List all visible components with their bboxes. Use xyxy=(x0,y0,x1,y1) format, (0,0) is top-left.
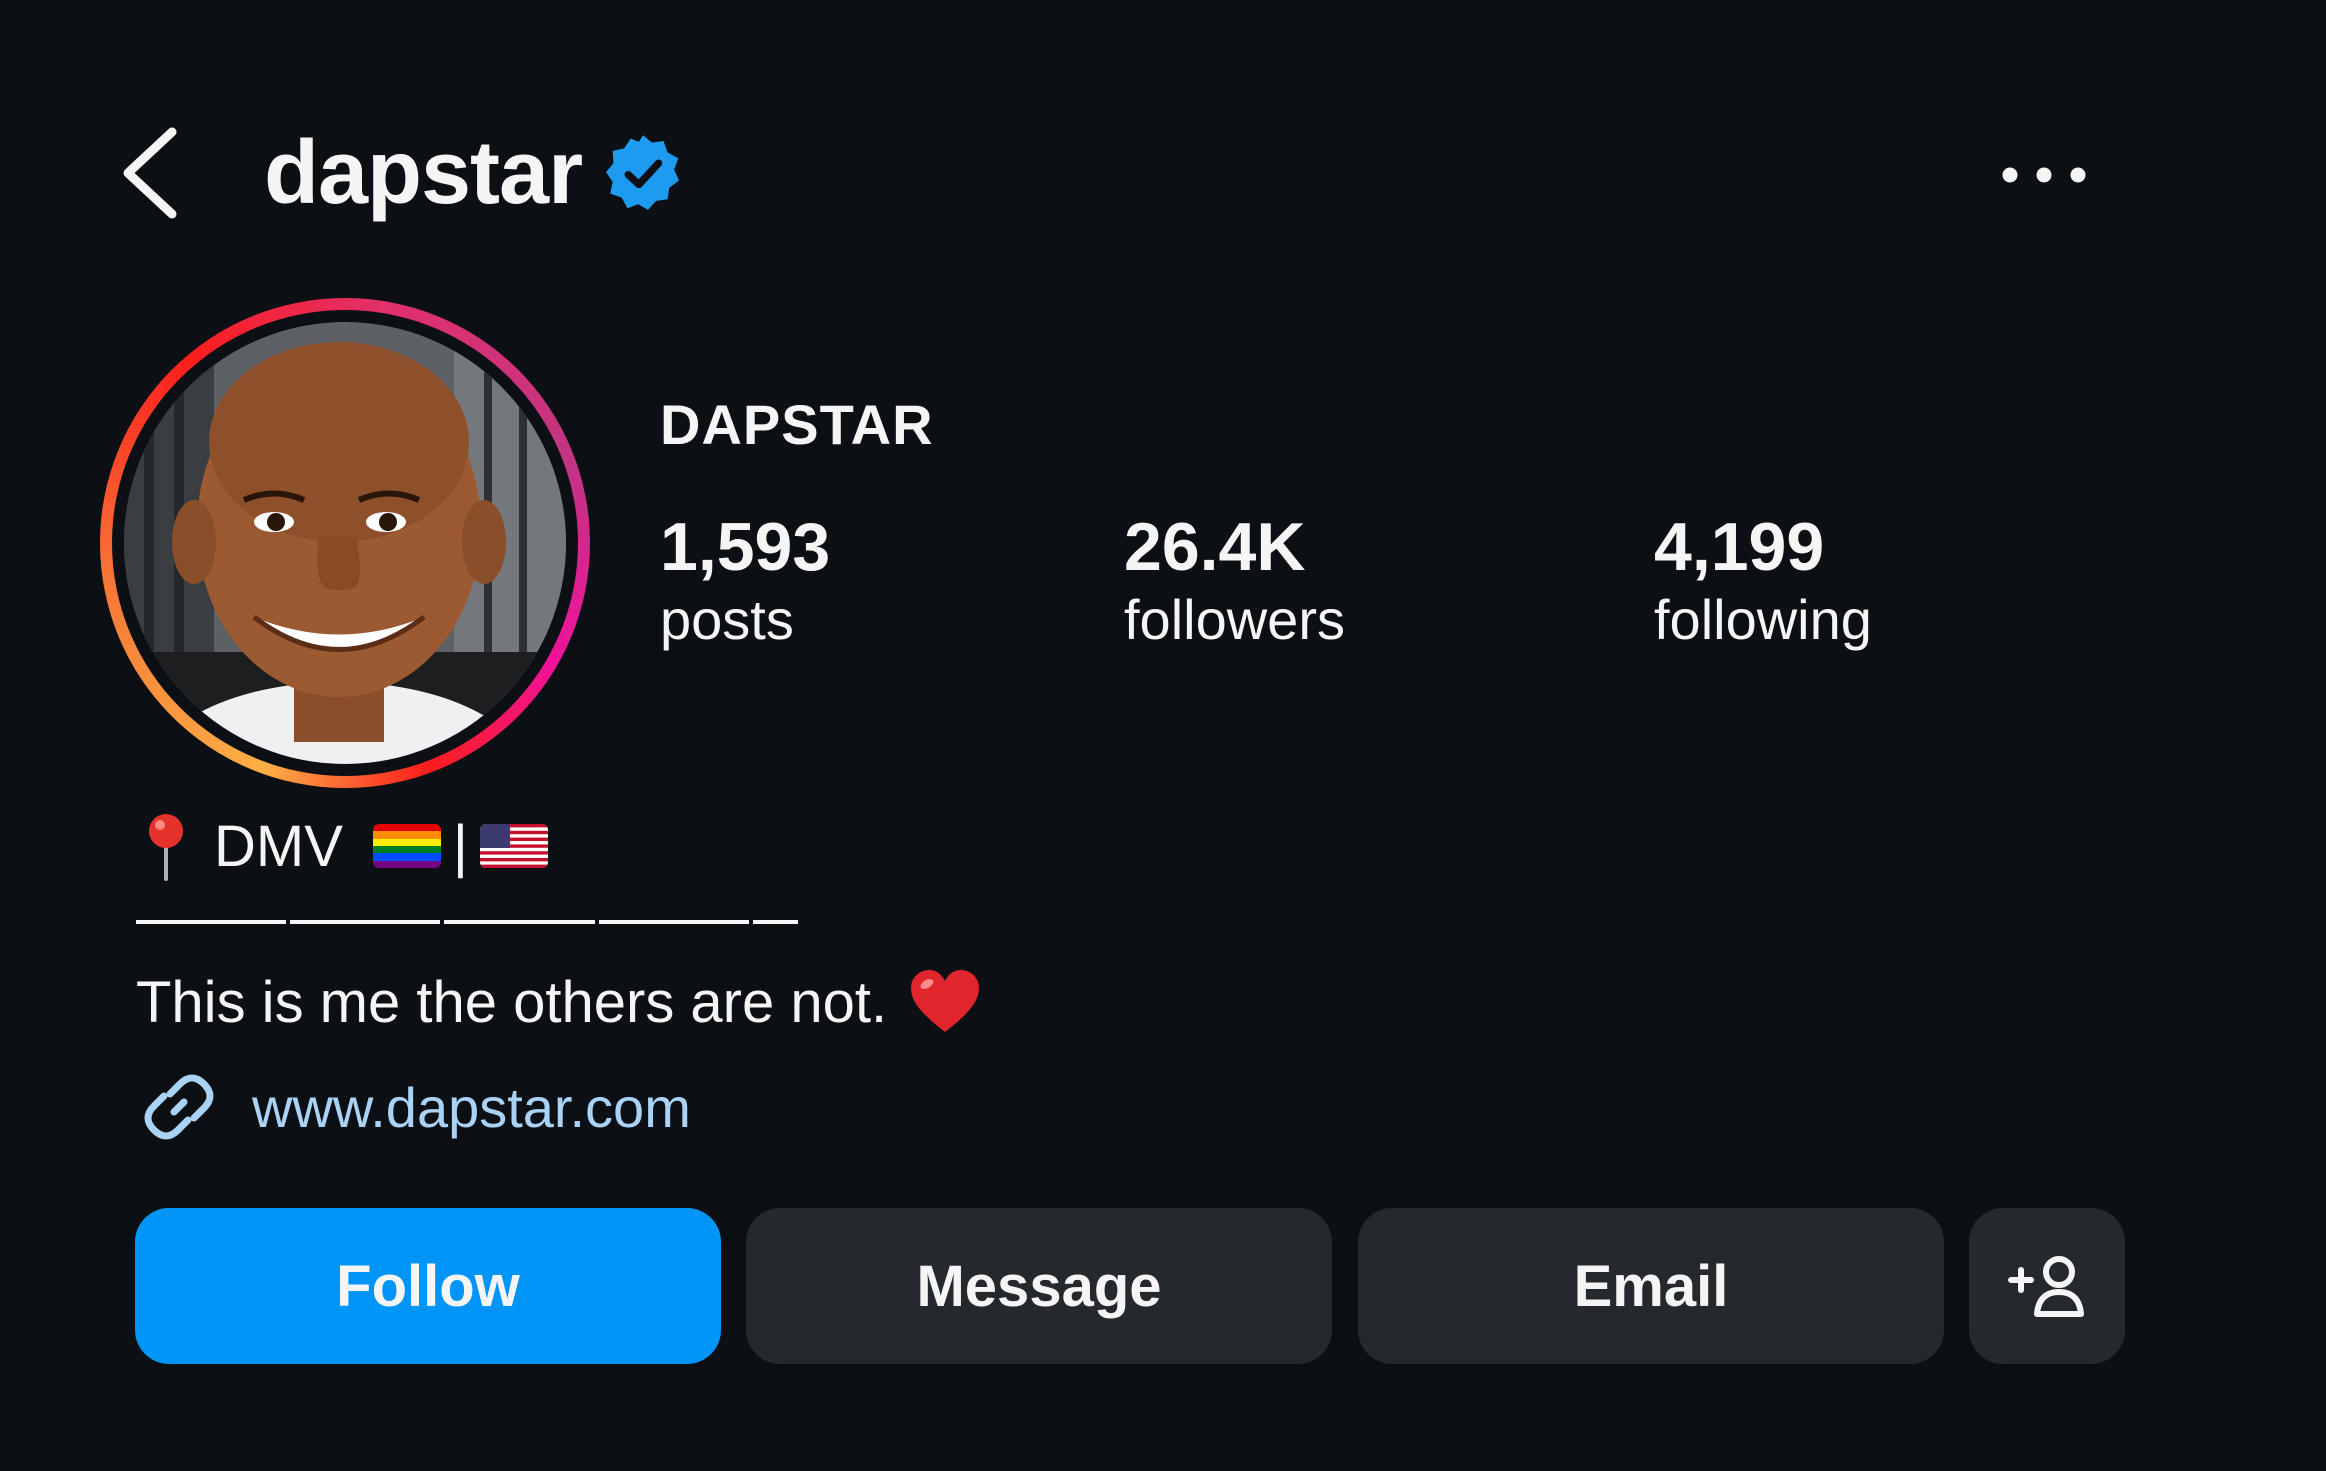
bio-quote-line: This is me the others are not. xyxy=(136,962,981,1042)
more-horizontal-icon xyxy=(2002,167,2086,183)
chevron-left-icon xyxy=(123,127,177,219)
bio-divider xyxy=(136,920,798,926)
back-button[interactable] xyxy=(110,118,190,228)
username: dapstar xyxy=(264,123,583,223)
suggested-accounts-button[interactable] xyxy=(1969,1208,2125,1364)
rainbow-flag-icon xyxy=(372,824,441,868)
message-label: Message xyxy=(916,1253,1162,1319)
email-label: Email xyxy=(1573,1253,1729,1319)
follow-label: Follow xyxy=(336,1253,520,1319)
more-options-button[interactable] xyxy=(1994,150,2094,200)
round-pushpin-icon xyxy=(149,814,183,881)
bio-location-line: DMV | xyxy=(140,810,548,882)
stat-value: 4,199 xyxy=(1654,509,1825,585)
stat-value: 26.4K xyxy=(1124,509,1306,585)
website-link-text: www.dapstar.com xyxy=(252,1075,691,1139)
follow-button[interactable]: Follow xyxy=(135,1208,721,1364)
us-flag-icon xyxy=(479,824,548,868)
story-ring[interactable] xyxy=(100,298,590,788)
profile-screen: dapstar DAPSTAR 1,593 posts 26.4K follow… xyxy=(0,0,2326,1471)
bio-quote: This is me the others are not. xyxy=(136,969,888,1035)
avatar xyxy=(124,322,566,764)
display-name: DAPSTAR xyxy=(660,393,934,456)
stat-value: 1,593 xyxy=(660,509,831,585)
stat-label: posts xyxy=(660,587,794,651)
stat-posts[interactable]: 1,593 posts xyxy=(660,510,830,655)
red-heart-icon xyxy=(911,970,980,1032)
stat-following[interactable]: 4,199 following xyxy=(1654,510,1872,655)
stat-label: following xyxy=(1654,587,1872,651)
website-link[interactable]: www.dapstar.com xyxy=(136,1064,691,1150)
stat-followers[interactable]: 26.4K followers xyxy=(1124,510,1345,655)
add-person-icon xyxy=(2008,1256,2084,1317)
email-button[interactable]: Email xyxy=(1358,1208,1944,1364)
header-username: dapstar xyxy=(264,118,684,228)
avatar-image xyxy=(124,322,566,764)
stat-label: followers xyxy=(1124,587,1345,651)
flag-separator: | xyxy=(452,813,468,879)
link-icon xyxy=(144,1074,214,1140)
location-text: DMV xyxy=(214,813,343,879)
message-button[interactable]: Message xyxy=(746,1208,1332,1364)
verified-badge-icon xyxy=(606,135,680,210)
